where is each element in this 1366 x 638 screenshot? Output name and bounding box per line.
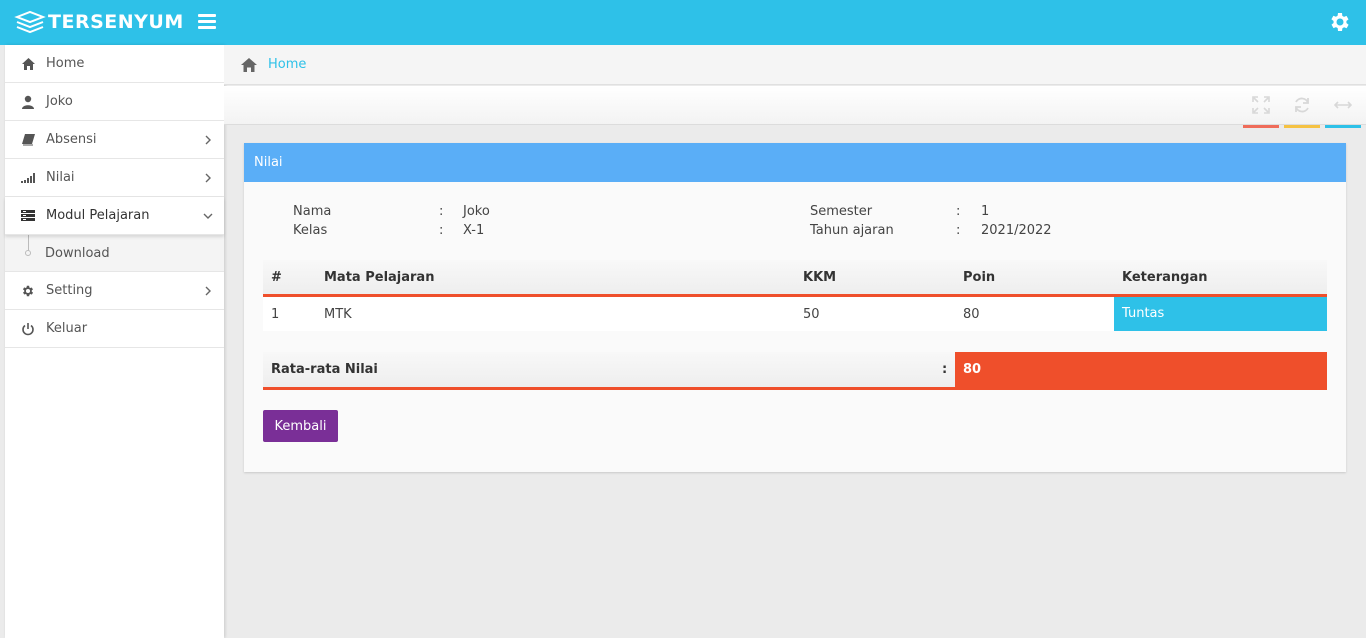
separator: : xyxy=(956,223,961,238)
kelas-label: Kelas xyxy=(293,223,328,238)
sidebar-item-logout[interactable]: Keluar xyxy=(5,310,224,348)
resize-button[interactable] xyxy=(1325,86,1361,128)
semester-value: 1 xyxy=(981,204,990,219)
home-icon xyxy=(20,56,36,72)
chevron-down-icon xyxy=(203,213,213,219)
tree-dot xyxy=(25,250,31,256)
book-icon xyxy=(20,132,36,148)
sidebar-item-profile[interactable]: Joko xyxy=(5,83,224,121)
signal-bars-icon xyxy=(20,170,36,186)
sidebar-item-home[interactable]: Home xyxy=(5,45,224,83)
sidebar-item-label: Joko xyxy=(46,94,73,109)
home-icon xyxy=(241,57,257,72)
brand-name: TERSENYUM xyxy=(48,11,184,33)
average-label-cell: Rata-rata Nilai : xyxy=(263,352,955,390)
breadcrumb: Home xyxy=(224,45,1366,85)
separator: : xyxy=(439,223,444,238)
status-badge: Tuntas xyxy=(1114,297,1327,331)
sidebar-item-label: Absensi xyxy=(46,132,97,147)
refresh-indicator xyxy=(1284,125,1320,128)
kelas-value: X-1 xyxy=(463,223,485,238)
sidebar-item-nilai[interactable]: Nilai xyxy=(5,159,224,197)
gear-icon[interactable] xyxy=(1328,10,1352,34)
sidebar-item-absensi[interactable]: Absensi xyxy=(5,121,224,159)
panel-title: Nilai xyxy=(244,143,1346,182)
sidebar-subitem-label: Download xyxy=(45,245,110,261)
table-row: 1 MTK 50 80 Tuntas xyxy=(263,297,1327,331)
nama-label: Nama xyxy=(293,204,332,219)
separator: : xyxy=(942,362,948,377)
sidebar-item-modul-pelajaran[interactable]: Modul Pelajaran xyxy=(5,197,224,235)
col-keterangan-header: Keterangan xyxy=(1122,270,1208,285)
refresh-icon xyxy=(1295,97,1309,113)
panel-toolbar xyxy=(224,86,1366,128)
sidebar-item-label: Keluar xyxy=(46,321,88,336)
list-icon xyxy=(20,208,36,224)
breadcrumb-home-link[interactable]: Home xyxy=(268,57,306,72)
top-navbar: TERSENYUM xyxy=(0,0,1366,45)
average-value: 80 xyxy=(955,352,1327,390)
sidebar-item-label: Modul Pelajaran xyxy=(46,208,150,223)
sidebar-subitem-download[interactable]: Download xyxy=(5,235,224,272)
separator: : xyxy=(439,204,444,219)
chevron-right-icon xyxy=(205,286,211,296)
chevron-right-icon xyxy=(205,135,211,145)
menu-toggle-button[interactable] xyxy=(198,14,216,30)
sidebar-item-label: Home xyxy=(46,56,85,71)
row-subject: MTK xyxy=(324,307,352,322)
tahun-label: Tahun ajaran xyxy=(810,223,894,238)
back-button[interactable]: Kembali xyxy=(263,410,338,442)
sidebar-item-label: Setting xyxy=(46,283,93,298)
average-label: Rata-rata Nilai xyxy=(271,362,378,377)
col-number-header: # xyxy=(271,270,282,285)
table-header: # Mata Pelajaran KKM Poin Keterangan xyxy=(263,260,1327,297)
sidebar-item-label: Nilai xyxy=(46,170,75,185)
user-icon xyxy=(20,94,36,110)
gear-icon xyxy=(20,283,36,299)
expand-button[interactable] xyxy=(1243,86,1279,128)
resize-indicator xyxy=(1325,125,1361,128)
power-icon xyxy=(20,321,36,337)
average-row: Rata-rata Nilai : 80 xyxy=(263,352,1327,390)
row-poin: 80 xyxy=(963,307,980,322)
books-stack-icon xyxy=(14,10,46,34)
nama-value: Joko xyxy=(463,204,490,219)
tahun-value: 2021/2022 xyxy=(981,223,1052,238)
row-number: 1 xyxy=(271,307,280,322)
row-kkm: 50 xyxy=(803,307,820,322)
expand-indicator xyxy=(1243,125,1279,128)
score-table: # Mata Pelajaran KKM Poin Keterangan 1 M… xyxy=(263,260,1327,331)
chevron-right-icon xyxy=(205,173,211,183)
col-kkm-header: KKM xyxy=(803,270,837,285)
sidebar-item-setting[interactable]: Setting xyxy=(5,272,224,310)
semester-label: Semester xyxy=(810,204,873,219)
refresh-button[interactable] xyxy=(1284,86,1320,128)
sidebar: Home Joko Absensi Nilai Modul Pelajaran … xyxy=(5,45,224,638)
brand[interactable]: TERSENYUM xyxy=(14,9,184,35)
expand-icon xyxy=(1252,96,1270,114)
resize-horizontal-icon xyxy=(1333,101,1353,109)
separator: : xyxy=(956,204,961,219)
col-subject-header: Mata Pelajaran xyxy=(324,270,435,285)
col-poin-header: Poin xyxy=(963,270,996,285)
